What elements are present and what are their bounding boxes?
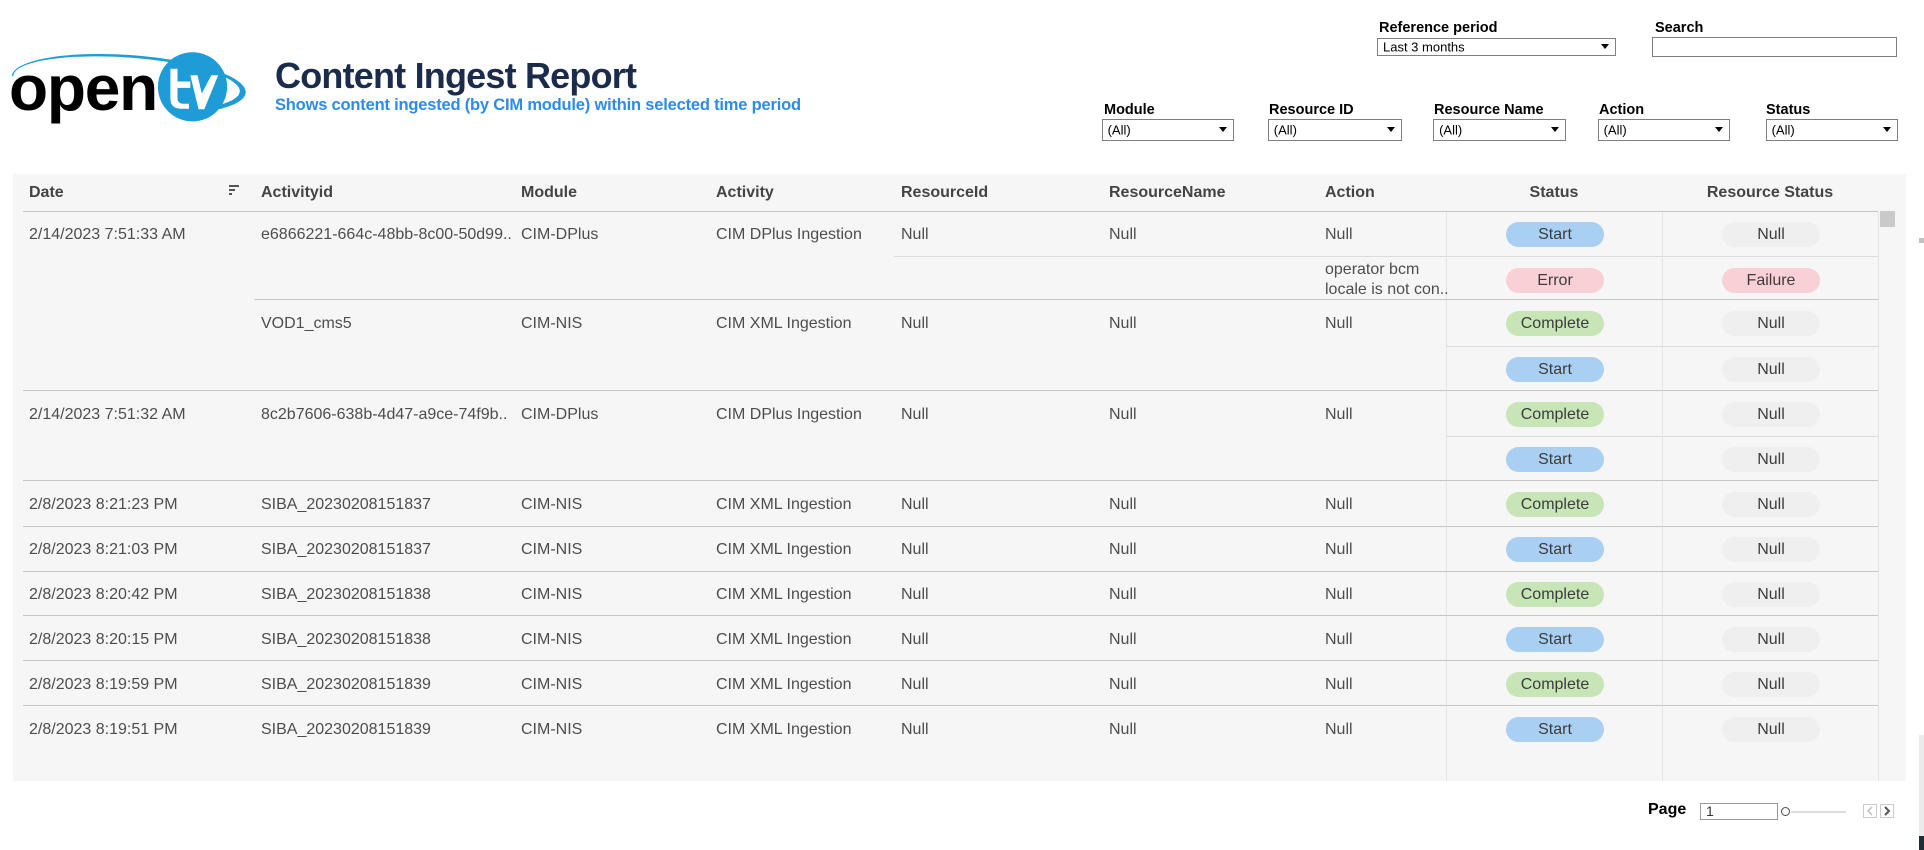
svg-text:open: open — [9, 52, 157, 124]
